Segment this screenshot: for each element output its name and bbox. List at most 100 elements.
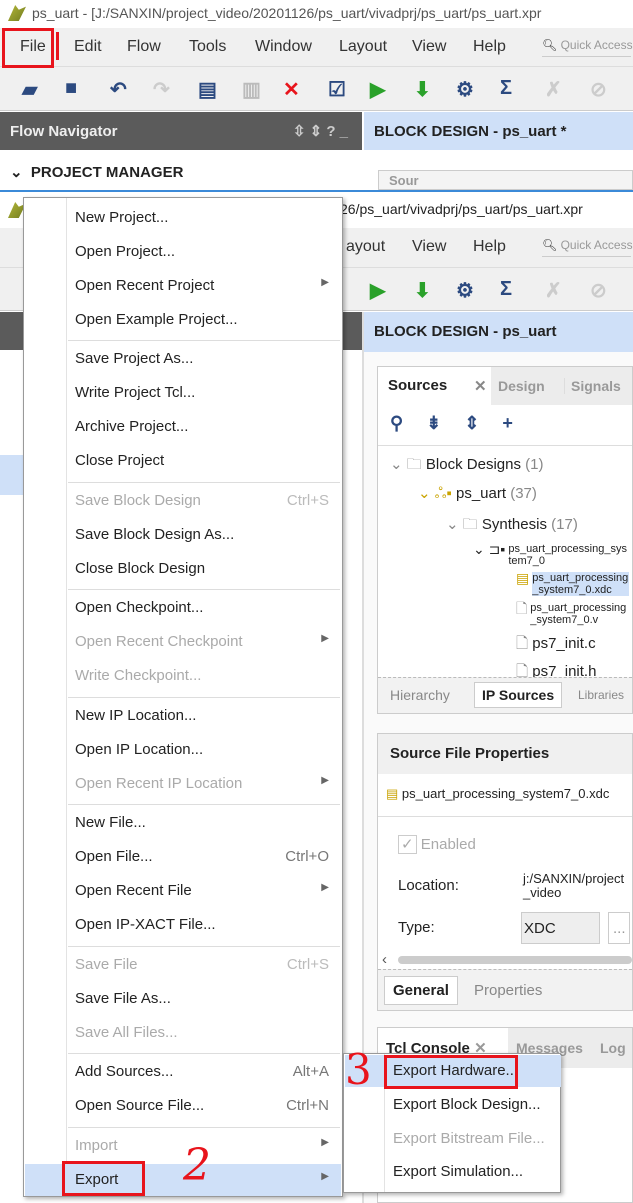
menu-item-open-ip-location[interactable]: Open IP Location... <box>25 734 341 766</box>
menu-layout[interactable]: ayout <box>346 238 385 256</box>
save-icon[interactable]: ■ <box>65 77 77 100</box>
type-field[interactable]: XDC <box>521 912 600 944</box>
menu-item-save-file-as[interactable]: Save File As... <box>25 983 341 1015</box>
settings-gear-icon[interactable]: ⚙ <box>456 77 474 102</box>
sources-tab-partial[interactable]: Sour <box>378 170 633 190</box>
delete-icon[interactable]: ✕ <box>283 77 300 102</box>
tab-sources[interactable]: Sources ✕ <box>378 367 491 406</box>
sources-bottom-tabs: Hierarchy IP Sources Libraries <box>378 677 632 713</box>
chevron-down-icon: ⌄ <box>10 164 23 181</box>
tree-item-file[interactable]: 🗋 ps_uart_processing_system7_0.v <box>516 601 629 626</box>
sigma-report-icon[interactable]: Σ <box>500 77 512 100</box>
menu-item-export-block-design[interactable]: Export Block Design... <box>345 1089 561 1121</box>
expand-all-icon[interactable]: ⇕ <box>464 413 479 433</box>
menu-tools[interactable]: Tools <box>189 38 226 56</box>
enabled-checkbox[interactable]: ✓ Enabled <box>398 835 476 854</box>
search-icon: 🔍︎ <box>542 238 558 252</box>
source-file-properties-panel: Source File Properties ▤ ps_uart_process… <box>377 733 633 1011</box>
menu-item-open-project[interactable]: Open Project... <box>25 236 341 268</box>
menu-item-write-checkpoint: Write Checkpoint... <box>25 660 341 692</box>
quick-access-search[interactable]: 🔍︎ Quick Access <box>542 38 633 57</box>
quick-access-placeholder: Quick Access <box>560 238 633 252</box>
collapse-all-icon[interactable]: ⇟ <box>426 413 441 433</box>
menu-view[interactable]: View <box>412 38 446 56</box>
tree-item-xdc[interactable]: ▤ ps_uart_processing_system7_0.xdc <box>516 571 629 596</box>
tab-log[interactable]: Log <box>600 1040 626 1056</box>
menu-view[interactable]: View <box>412 238 446 256</box>
menu-item-open-file[interactable]: Open File... Ctrl+O <box>25 841 341 873</box>
menu-item-open-recent-project[interactable]: Open Recent Project ▶ <box>25 270 341 302</box>
submenu-arrow-icon: ▶ <box>321 276 329 288</box>
vivado-logo-icon <box>8 5 26 21</box>
search-icon[interactable]: ⚲ <box>390 413 403 433</box>
menu-flow[interactable]: Flow <box>127 38 161 56</box>
properties-file: ▤ ps_uart_processing_system7_0.xdc <box>386 786 610 801</box>
bitstream-icon[interactable]: ⬇ <box>414 278 431 303</box>
bitstream-icon[interactable]: ⬇ <box>414 77 431 102</box>
submenu-arrow-icon: ▶ <box>321 882 329 894</box>
menu-item-open-source-file[interactable]: Open Source File... Ctrl+N <box>25 1090 341 1122</box>
tab-signals[interactable]: Signals <box>564 378 621 394</box>
menu-item-new-project[interactable]: New Project... <box>25 202 341 234</box>
settings-gear-icon[interactable]: ⚙ <box>456 278 474 303</box>
quick-access-search[interactable]: 🔍︎ Quick Access <box>542 238 633 257</box>
menu-layout[interactable]: Layout <box>339 38 387 56</box>
panel-controls-icon[interactable]: ⇳ ⇕ ? _ <box>293 122 348 140</box>
menu-item-save-block-design-as[interactable]: Save Block Design As... <box>25 519 341 551</box>
tab-libraries[interactable]: Libraries <box>578 688 624 702</box>
sigma-report-icon[interactable]: Σ <box>500 278 512 301</box>
tab-general[interactable]: General <box>384 976 458 1005</box>
menu-item-label: New File... <box>75 814 146 832</box>
annotation-step-3: 3 <box>345 1045 372 1094</box>
add-icon[interactable]: + <box>502 413 513 433</box>
type-browse-button[interactable]: ... <box>608 912 630 944</box>
window-title: ps_uart - [J:/SANXIN/project_video/20201… <box>32 5 542 21</box>
menu-item-new-file[interactable]: New File... <box>25 807 341 839</box>
tree-item-ps-uart[interactable]: ⌄ ஃ▪ ps_uart (37) <box>418 484 537 504</box>
project-manager-section[interactable]: ⌄ PROJECT MANAGER <box>0 150 362 190</box>
tree-item-block-designs[interactable]: ⌄ 🗀 Block Designs (1) <box>390 454 543 479</box>
file-icon: 🗋 <box>516 635 529 652</box>
menu-help[interactable]: Help <box>473 38 506 56</box>
validate-icon[interactable]: ☑ <box>328 77 346 102</box>
scroll-left-icon[interactable]: ‹ <box>382 951 387 968</box>
run-icon[interactable]: ▶ <box>370 77 385 102</box>
menu-item-open-checkpoint[interactable]: Open Checkpoint... <box>25 592 341 624</box>
horizontal-scrollbar[interactable] <box>398 956 632 964</box>
menu-item-open-recent-file[interactable]: Open Recent File ▶ <box>25 875 341 907</box>
copy-icon[interactable]: ▤ <box>198 77 217 102</box>
menu-item-open-ip-xact-file[interactable]: Open IP-XACT File... <box>25 909 341 941</box>
menu-separator <box>68 589 340 591</box>
menu-item-close-project[interactable]: Close Project <box>25 445 341 477</box>
menu-item-label: Open Checkpoint... <box>75 599 204 617</box>
menu-bar: File Edit Flow Tools Window Layout View … <box>0 28 633 67</box>
menu-item-label: Open IP Location... <box>75 740 204 758</box>
menu-item-add-sources[interactable]: Add Sources... Alt+A <box>25 1056 341 1088</box>
checkbox-icon: ✓ <box>398 835 417 854</box>
tree-item-processing-system[interactable]: ⌄ ⊐▪ ps_uart_processing_system7_0 <box>473 542 629 567</box>
menu-item-label: Open Project... <box>75 242 176 260</box>
menu-item-save-file: Save File Ctrl+S <box>25 949 341 981</box>
close-icon[interactable]: ✕ <box>474 377 487 395</box>
open-folder-icon[interactable]: ▰ <box>22 77 37 102</box>
tab-design[interactable]: Design <box>498 378 545 394</box>
tab-ip-sources[interactable]: IP Sources <box>474 682 563 708</box>
tab-properties[interactable]: Properties <box>474 982 542 999</box>
menu-help[interactable]: Help <box>473 238 506 256</box>
tree-item-file[interactable]: 🗋 ps7_init.c <box>516 633 596 658</box>
undo-icon[interactable]: ↶ <box>110 77 127 102</box>
menu-item-archive-project[interactable]: Archive Project... <box>25 411 341 443</box>
menu-item-export-simulation[interactable]: Export Simulation... <box>345 1156 561 1188</box>
menu-item-write-project-tcl[interactable]: Write Project Tcl... <box>25 377 341 409</box>
tab-hierarchy[interactable]: Hierarchy <box>390 687 450 703</box>
disabled-tool-icon: ✗ <box>545 280 562 302</box>
run-icon[interactable]: ▶ <box>370 278 385 303</box>
tree-item-synthesis[interactable]: ⌄ 🗀 Synthesis (17) <box>446 514 578 539</box>
menu-item-save-project-as[interactable]: Save Project As... <box>25 343 341 375</box>
menu-window[interactable]: Window <box>255 38 312 56</box>
menu-item-new-ip-location[interactable]: New IP Location... <box>25 700 341 732</box>
menu-item-open-example-project[interactable]: Open Example Project... <box>25 304 341 336</box>
tab-sources-label: Sources <box>388 377 448 394</box>
menu-edit[interactable]: Edit <box>74 38 102 56</box>
menu-item-close-block-design[interactable]: Close Block Design <box>25 553 341 585</box>
